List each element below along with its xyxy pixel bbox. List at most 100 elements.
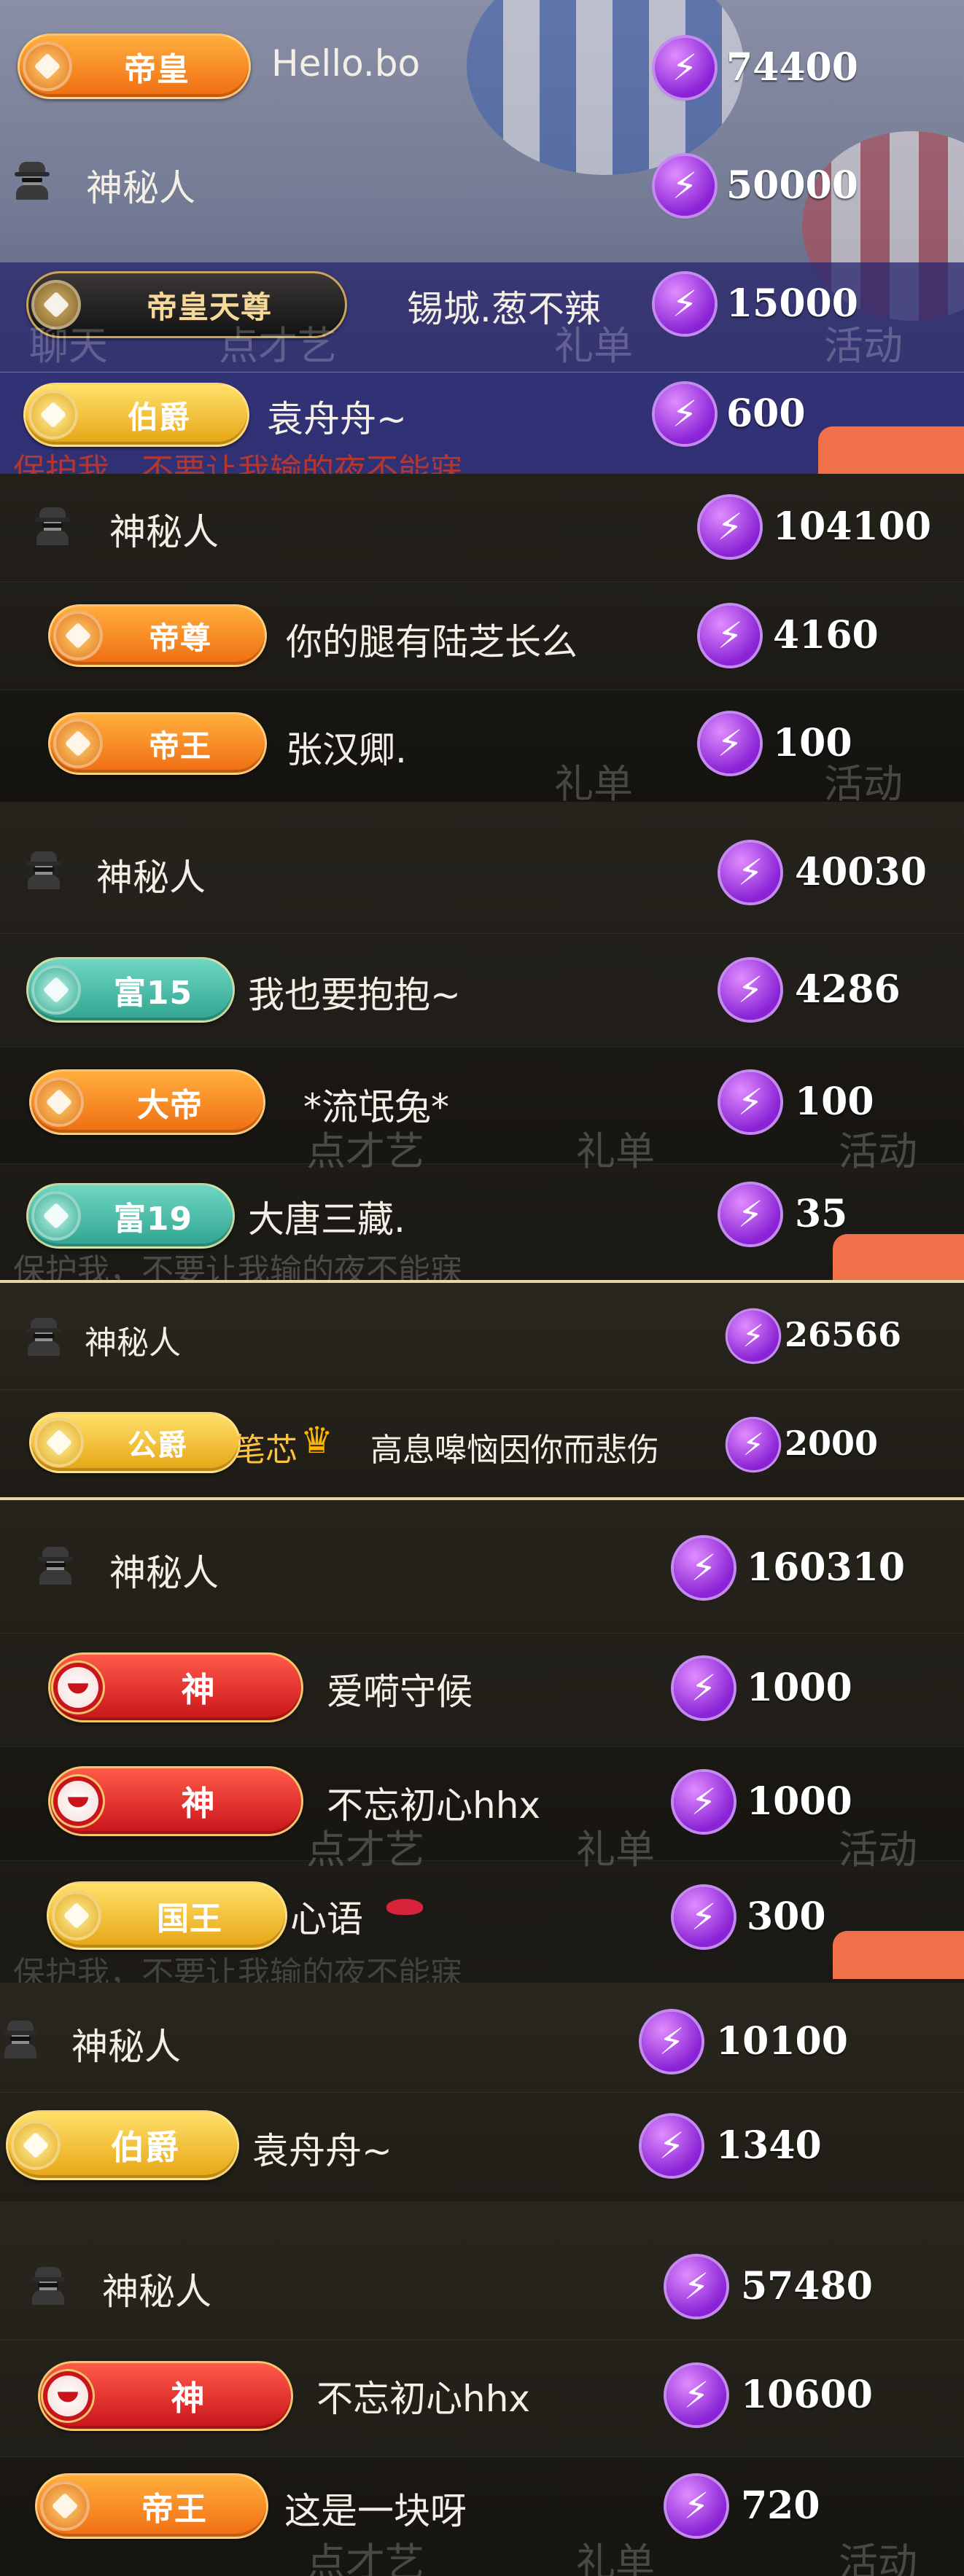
action-tab[interactable]	[818, 426, 964, 474]
tab-talent: 点才艺	[306, 2540, 424, 2576]
gift-amount: 300	[747, 1894, 826, 1939]
gift-amount: 2000	[785, 1424, 879, 1463]
action-tab[interactable]	[833, 1234, 964, 1281]
ranking-row[interactable]: 神秘人 104100	[0, 474, 964, 582]
rank-badge: 伯爵	[6, 2110, 239, 2180]
ranking-panel-2: 神秘人 104100 帝尊 你的腿有陆芝长么 4160 帝王 张汉卿. 100 …	[0, 474, 964, 802]
ranking-row[interactable]: 公爵 笔芯 ♛ 高息嗥恼因你而悲伤 2000	[0, 1389, 964, 1499]
lightning-bolt-icon	[720, 960, 780, 1020]
ranking-row[interactable]: 伯爵 袁舟舟~ 600 保护我，不要让我输的夜不能寐	[0, 372, 964, 474]
incognito-user-icon	[15, 160, 50, 200]
lightning-bolt-icon	[642, 2116, 701, 2176]
lightning-bolt-icon	[666, 2257, 726, 2317]
lightning-bolt-icon	[674, 1658, 734, 1718]
lightning-bolt-icon	[674, 1887, 734, 1947]
tab-gift-list: 礼单	[554, 761, 633, 802]
rank-badge: 神	[38, 2361, 293, 2431]
ranking-row[interactable]: 神秘人 57480	[0, 2201, 964, 2325]
rank-badge: 帝王	[48, 712, 267, 775]
rank-badge: 国王	[47, 1881, 287, 1950]
ranking-row[interactable]: 帝王 张汉卿. 100 礼单 活动	[0, 690, 964, 802]
ranking-row[interactable]: 神秘人 160310	[0, 1500, 964, 1633]
incognito-user-icon	[35, 506, 70, 545]
incognito-user-icon	[31, 2265, 66, 2305]
chat-scroll-text: 保护我，不要让我输的夜不能寐	[13, 1252, 462, 1281]
ranking-row[interactable]: 大帝 *流氓兔* 100 点才艺 礼单 活动	[0, 1047, 964, 1174]
badge-medal-icon	[53, 719, 103, 768]
ranking-row[interactable]: 神秘人 26566	[0, 1283, 964, 1389]
ranking-panel-3: 神秘人 40030 富15 我也要抱抱~ 4286 大帝 *流氓兔* 100 点…	[0, 802, 964, 1281]
lightning-bolt-icon	[720, 843, 780, 902]
ranking-row[interactable]: 神 不忘初心hhx 10600	[0, 2340, 964, 2457]
ranking-row[interactable]: 神 爱嗬守候 1000	[0, 1633, 964, 1747]
user-name: 神秘人	[71, 2026, 181, 2068]
user-name: 高息嗥恼因你而悲伤	[370, 1432, 659, 1469]
tab-activity: 活动	[824, 323, 903, 369]
gift-amount: 1340	[716, 2123, 822, 2168]
rank-badge: 伯爵	[23, 383, 249, 447]
user-name: 张汉卿.	[286, 729, 407, 771]
ranking-row[interactable]: 伯爵 袁舟舟~ 1340	[0, 2092, 964, 2201]
lightning-bolt-icon	[720, 1072, 780, 1132]
ranking-panel-7: 神秘人 57480 神 不忘初心hhx 10600 帝王 这是一块呀 720 点…	[0, 2201, 964, 2576]
user-name: 心语	[290, 1898, 363, 1940]
badge-medal-icon	[53, 1663, 103, 1712]
ranking-row[interactable]: 神 不忘初心hhx 1000 点才艺 礼单 活动	[0, 1746, 964, 1873]
user-name: 神秘人	[96, 856, 206, 899]
ranking-row[interactable]: 国王 心语 300 保护我，不要让我输的夜不能寐	[0, 1860, 964, 1983]
rank-badge: 大帝	[29, 1069, 265, 1135]
incognito-user-icon	[26, 1316, 61, 1356]
gift-amount: 4286	[795, 967, 901, 1012]
gift-amount: 4160	[773, 613, 879, 657]
ranking-row[interactable]: 帝皇天尊 锡城.葱不辣 15000 聊天 点才艺 礼单 活动	[0, 262, 964, 372]
gift-amount: 26566	[785, 1315, 902, 1354]
user-name: 神秘人	[85, 1324, 181, 1362]
user-name: 我也要抱抱~	[248, 974, 461, 1016]
ranking-row[interactable]: 帝尊 你的腿有陆芝长么 4160	[0, 582, 964, 690]
tab-activity: 活动	[824, 761, 903, 802]
lightning-bolt-icon	[655, 274, 715, 334]
lightning-bolt-icon	[666, 2365, 726, 2425]
tab-gift-list: 礼单	[576, 2540, 655, 2576]
action-tab[interactable]	[833, 1931, 964, 1979]
badge-medal-icon	[31, 1191, 81, 1241]
badge-medal-icon	[31, 965, 81, 1015]
rank-badge: 富15	[26, 957, 235, 1023]
gift-ranking-screenshots: 帝皇 Hello.bo 74400 神秘人 50000 帝皇天尊 锡城.葱不辣 …	[0, 0, 964, 2576]
ranking-row[interactable]: 神秘人 40030	[0, 802, 964, 933]
gift-amount: 35	[795, 1192, 848, 1236]
ranking-row[interactable]: 帝皇 Hello.bo 74400	[0, 0, 964, 131]
lightning-bolt-icon	[655, 38, 715, 98]
lightning-bolt-icon	[728, 1419, 779, 1470]
badge-medal-icon	[28, 390, 78, 440]
user-name: Hello.bo	[271, 42, 421, 85]
lightning-bolt-icon	[655, 384, 715, 444]
ranking-panel-5: 神秘人 160310 神 爱嗬守候 1000 神 不忘初心hhx 1000 点才…	[0, 1500, 964, 1983]
gift-amount: 57480	[741, 2264, 873, 2308]
user-name: 这是一块呀	[284, 2490, 467, 2532]
user-name: 神秘人	[102, 2271, 211, 2313]
ranking-panel-6: 神秘人 10100 伯爵 袁舟舟~ 1340	[0, 1983, 964, 2201]
tab-activity: 活动	[839, 2540, 917, 2576]
gift-amount: 10600	[741, 2373, 873, 2417]
rank-badge: 神	[48, 1652, 303, 1722]
ranking-row[interactable]: 富19 大唐三藏. 35 保护我，不要让我输的夜不能寐	[0, 1163, 964, 1281]
ranking-row[interactable]: 神秘人 50000	[0, 131, 964, 255]
gift-amount: 1000	[747, 1666, 852, 1710]
user-name: 神秘人	[86, 167, 195, 209]
user-name: 大唐三藏.	[248, 1198, 405, 1241]
lightning-bolt-icon	[674, 1772, 734, 1832]
user-name: 你的腿有陆芝长么	[286, 621, 578, 663]
ranking-row[interactable]: 神秘人 10100	[0, 1983, 964, 2092]
lightning-bolt-icon	[700, 714, 760, 773]
ranking-row[interactable]: 帝王 这是一块呀 720 点才艺 礼单 活动	[0, 2456, 964, 2576]
lightning-bolt-icon	[720, 1184, 780, 1244]
ranking-row[interactable]: 富15 我也要抱抱~ 4286	[0, 933, 964, 1047]
rank-badge: 帝王	[35, 2473, 268, 2539]
lightning-bolt-icon	[655, 156, 715, 216]
gift-amount: 160310	[747, 1545, 906, 1590]
chat-scroll-text: 保护我，不要让我输的夜不能寐	[13, 1955, 462, 1983]
badge-medal-icon	[53, 611, 103, 660]
user-name: 袁舟舟~	[267, 398, 407, 440]
tab-talent: 点才艺	[219, 323, 337, 369]
